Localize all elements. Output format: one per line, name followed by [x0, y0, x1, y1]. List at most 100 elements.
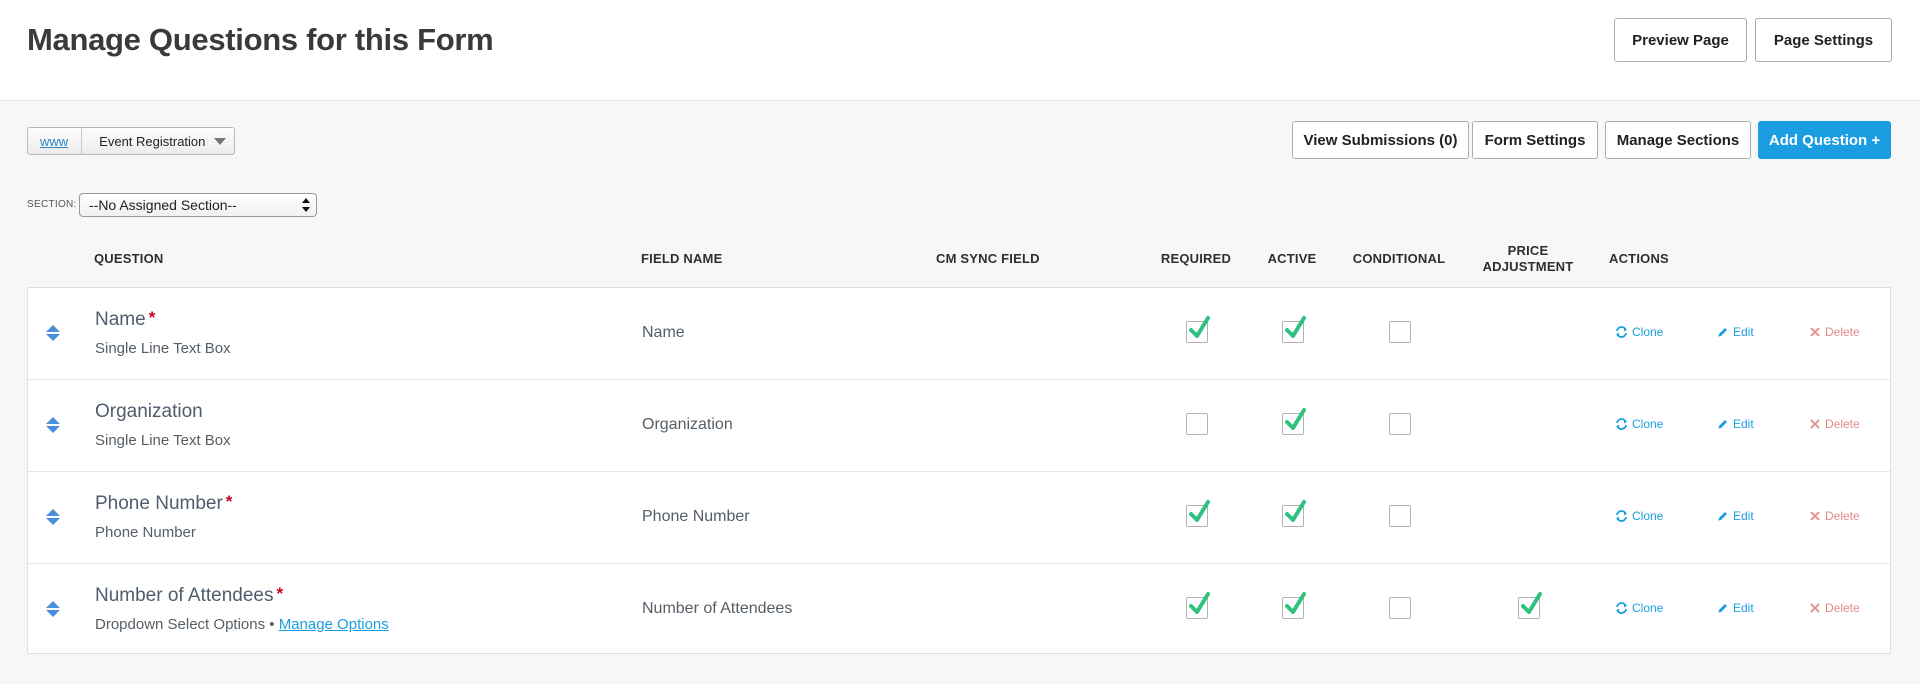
column-header-actions: ACTIONS	[1609, 251, 1669, 266]
clone-button[interactable]: Clone	[1615, 417, 1663, 431]
conditional-checkbox[interactable]	[1389, 505, 1411, 527]
required-star: *	[276, 584, 284, 603]
form-settings-button[interactable]: Form Settings	[1472, 121, 1598, 159]
column-header-price-adjustment: PRICE ADJUSTMENT	[1483, 243, 1574, 275]
close-icon	[1810, 511, 1820, 521]
breadcrumb-form-dropdown[interactable]: Event Registration	[82, 128, 234, 154]
section-select-value: --No Assigned Section--	[89, 197, 237, 213]
refresh-icon	[1616, 602, 1627, 614]
pencil-icon	[1718, 512, 1727, 521]
column-header-price-line1: PRICE	[1507, 243, 1549, 258]
page-settings-button[interactable]: Page Settings	[1755, 18, 1892, 62]
delete-label: Delete	[1825, 417, 1860, 431]
section-label: SECTION:	[27, 199, 77, 210]
edit-button[interactable]: Edit	[1717, 509, 1754, 523]
question-name: Name *	[95, 308, 156, 331]
column-header-conditional: CONDITIONAL	[1352, 251, 1446, 266]
question-type-label: Single Line Text Box	[95, 340, 231, 357]
breadcrumb-home-link[interactable]: www	[28, 128, 83, 154]
question-name: Number of Attendees *	[95, 584, 284, 607]
edit-label: Edit	[1733, 509, 1754, 523]
question-type-label: Dropdown Select Options •	[95, 616, 275, 633]
section-select[interactable]: --No Assigned Section--	[79, 193, 317, 217]
drag-handle-icon[interactable]	[45, 508, 61, 526]
question-type: Phone Number	[95, 524, 196, 541]
question-type: Single Line Text Box	[95, 340, 231, 357]
delete-button[interactable]: Delete	[1809, 601, 1860, 615]
required-checkbox[interactable]	[1186, 413, 1208, 435]
clone-label: Clone	[1632, 601, 1664, 615]
drag-handle-icon[interactable]	[45, 416, 61, 434]
required-checkbox[interactable]	[1186, 316, 1210, 343]
required-checkbox[interactable]	[1186, 500, 1210, 527]
pencil-icon	[1718, 604, 1727, 613]
checkmark-icon	[1285, 408, 1306, 430]
price-adjustment-checkbox[interactable]	[1518, 592, 1542, 619]
delete-button[interactable]: Delete	[1809, 417, 1860, 431]
clone-label: Clone	[1632, 509, 1664, 523]
required-checkbox[interactable]	[1186, 592, 1210, 619]
conditional-checkbox[interactable]	[1389, 321, 1411, 343]
table-row: Organization Single Line Text Box Organi…	[28, 380, 1890, 472]
clone-button[interactable]: Clone	[1615, 601, 1663, 615]
edit-button[interactable]: Edit	[1717, 417, 1754, 431]
view-submissions-button[interactable]: View Submissions (0)	[1292, 121, 1469, 159]
table-row: Name * Single Line Text Box Name Clone Ed…	[28, 288, 1890, 380]
add-question-button[interactable]: Add Question +	[1758, 121, 1891, 159]
delete-label: Delete	[1825, 509, 1860, 523]
delete-button[interactable]: Delete	[1809, 325, 1860, 339]
question-type: Dropdown Select Options • Manage Options	[95, 616, 389, 633]
column-header-field-name: FIELD NAME	[641, 251, 723, 266]
checkmark-icon	[1285, 500, 1306, 522]
table-row: Number of Attendees * Dropdown Select Opt…	[28, 564, 1890, 656]
column-header-price-line2: ADJUSTMENT	[1482, 259, 1574, 274]
question-name: Organization	[95, 401, 203, 423]
page-title: Manage Questions for this Form	[27, 22, 494, 57]
select-arrows-icon	[302, 197, 310, 213]
checkmark-icon	[1189, 592, 1210, 614]
field-name: Organization	[642, 416, 733, 433]
questions-table: Name * Single Line Text Box Name Clone Ed…	[27, 287, 1891, 654]
column-header-cm-sync-field: CM SYNC FIELD	[936, 251, 1040, 266]
column-header-question: QUESTION	[94, 251, 164, 266]
clone-button[interactable]: Clone	[1615, 509, 1663, 523]
refresh-icon	[1616, 510, 1627, 522]
question-type: Single Line Text Box	[95, 432, 231, 449]
conditional-checkbox[interactable]	[1389, 597, 1411, 619]
column-header-required: REQUIRED	[1160, 251, 1232, 266]
delete-button[interactable]: Delete	[1809, 509, 1860, 523]
clone-button[interactable]: Clone	[1615, 325, 1663, 339]
close-icon	[1810, 603, 1820, 613]
chevron-down-icon	[214, 137, 227, 145]
active-checkbox[interactable]	[1282, 408, 1306, 435]
edit-label: Edit	[1733, 601, 1754, 615]
edit-label: Edit	[1733, 325, 1754, 339]
clone-label: Clone	[1632, 417, 1664, 431]
active-checkbox[interactable]	[1282, 500, 1306, 527]
pencil-icon	[1718, 328, 1727, 337]
active-checkbox[interactable]	[1282, 592, 1306, 619]
clone-label: Clone	[1632, 325, 1664, 339]
question-label: Name	[95, 309, 146, 330]
column-header-active: ACTIVE	[1267, 251, 1317, 266]
edit-button[interactable]: Edit	[1717, 325, 1754, 339]
delete-label: Delete	[1825, 325, 1860, 339]
question-type-label: Phone Number	[95, 524, 196, 541]
active-checkbox[interactable]	[1282, 316, 1306, 343]
checkmark-icon	[1521, 592, 1542, 614]
question-type-label: Single Line Text Box	[95, 432, 231, 449]
close-icon	[1810, 327, 1820, 337]
manage-options-link[interactable]: Manage Options	[279, 616, 389, 633]
required-star: *	[148, 308, 156, 327]
table-row: Phone Number * Phone Number Phone Number …	[28, 472, 1890, 564]
field-name: Number of Attendees	[642, 600, 793, 617]
checkmark-icon	[1189, 500, 1210, 522]
field-name: Name	[642, 324, 685, 341]
manage-sections-button[interactable]: Manage Sections	[1605, 121, 1751, 159]
conditional-checkbox[interactable]	[1389, 413, 1411, 435]
preview-page-button[interactable]: Preview Page	[1614, 18, 1747, 62]
drag-handle-icon[interactable]	[45, 324, 61, 342]
edit-button[interactable]: Edit	[1717, 601, 1754, 615]
checkmark-icon	[1285, 316, 1306, 338]
drag-handle-icon[interactable]	[45, 600, 61, 618]
